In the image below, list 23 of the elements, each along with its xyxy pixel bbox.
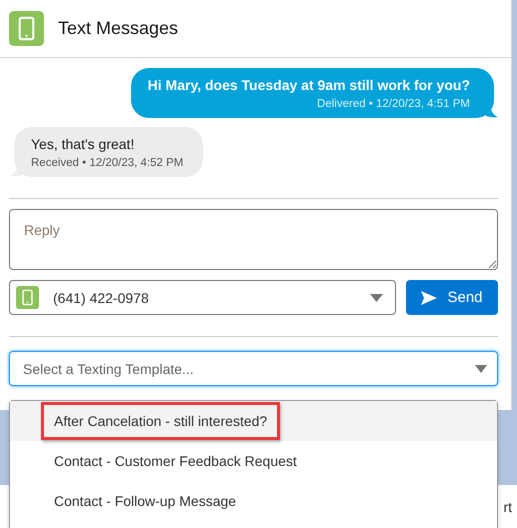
reply-field[interactable]: Reply [9, 209, 498, 270]
template-dropdown[interactable]: Select a Texting Template... [9, 351, 498, 386]
template-option[interactable]: After Cancelation - still interested? [10, 401, 497, 441]
phone-number-dropdown[interactable]: (641) 422-0978 [9, 280, 396, 315]
phone-icon [9, 11, 44, 46]
message-status: Delivered • 12/20/23, 4:51 PM [317, 98, 470, 110]
background-text: rt [503, 498, 512, 514]
highlight-frame: After Cancelation - still interested? [41, 402, 280, 440]
template-option[interactable]: Contact - Follow-up Message [10, 481, 497, 521]
template-placeholder: Select a Texting Template... [23, 360, 195, 376]
message-status: Received • 12/20/23, 4:52 PM [31, 157, 184, 169]
template-option[interactable]: Contact - Customer Feedback Request [10, 441, 497, 481]
caret-icon [475, 364, 487, 372]
message-text: Yes, that's great! [31, 136, 134, 152]
phone-icon [16, 286, 39, 309]
message-text: Hi Mary, does Tuesday at 9am still work for you? [148, 77, 470, 93]
send-icon [421, 290, 438, 304]
option-label: Contact - Customer Feedback Request [53, 452, 298, 471]
option-label: Contact - Follow-up Message [53, 492, 238, 511]
panel-title: Text Messages [58, 18, 178, 39]
caret-icon [370, 294, 383, 302]
phone-number: (641) 422-0978 [53, 290, 150, 306]
send-button[interactable]: Send [406, 280, 498, 315]
